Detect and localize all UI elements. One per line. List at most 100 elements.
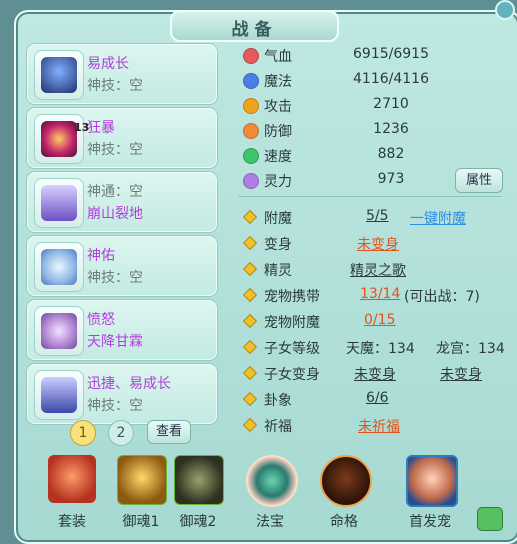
footer-label: 套装	[58, 514, 86, 530]
stat-value: 882	[377, 146, 405, 162]
slot-6-name: 迅捷、易成长	[87, 376, 171, 392]
slot-5-skill: 天降甘霖	[87, 334, 143, 350]
row-label: 祈福	[264, 419, 292, 435]
divider	[238, 196, 502, 197]
slot-4-skill: 神技：空	[87, 270, 143, 286]
belt-icon	[41, 313, 77, 349]
footer-item-soul2[interactable]: 御魂2	[163, 451, 233, 537]
stat-label: 灵力	[264, 174, 292, 190]
one-click-enchant-link[interactable]: 一键附魔	[410, 208, 466, 228]
treasure-icon	[246, 455, 298, 507]
slot-icon-box	[34, 370, 84, 420]
slot-3-skill: 神通：空	[87, 184, 143, 200]
row-sprite: 精灵 精灵之歌	[238, 258, 508, 282]
slot-1-name: 易成长	[87, 56, 129, 72]
row-value-extra: (可出战：7)	[404, 289, 480, 305]
armor-set-icon	[48, 455, 96, 503]
diamond-bullet-icon	[242, 365, 258, 381]
diamond-bullet-icon	[242, 261, 258, 277]
footer-bar: 套装 御魂1 御魂2 法宝 命格 首发宠	[27, 451, 497, 537]
row-child-transform: 子女变身 未变身 未变身	[238, 362, 508, 386]
row-label: 子女变身	[264, 367, 320, 383]
row-label: 精灵	[264, 263, 292, 279]
spirit-icon	[243, 173, 259, 189]
diamond-bullet-icon	[242, 313, 258, 329]
row-label: 附魔	[264, 211, 292, 227]
row-value[interactable]: 未变身	[357, 234, 399, 254]
stat-value: 2710	[373, 96, 409, 112]
slot-5[interactable]: 愤怒 天降甘霖	[27, 300, 217, 360]
stat-value: 973	[377, 171, 405, 187]
armor-icon	[41, 185, 77, 221]
row-transform: 变身 未变身	[238, 232, 508, 256]
row-pet-carry: 宠物携带 13/14 (可出战：7)	[238, 284, 508, 308]
close-button[interactable]	[495, 0, 515, 20]
row-value[interactable]: 未变身	[354, 364, 396, 384]
page-1-button[interactable]: 1	[70, 420, 96, 446]
footer-item-first-pet[interactable]: 首发宠	[395, 451, 465, 537]
row-pet-enchant: 宠物附魔 0/15	[238, 310, 508, 334]
footer-item-treasure[interactable]: 法宝	[235, 451, 305, 537]
row-label: 宠物附魔	[264, 315, 320, 331]
slot-6[interactable]: 迅捷、易成长 神技：空	[27, 364, 217, 424]
row-value: 5/5	[366, 208, 389, 224]
row-enchant: 附魔 5/5 一键附魔	[238, 206, 508, 230]
slot-icon-box	[34, 242, 84, 292]
attack-icon	[243, 98, 259, 114]
slot-2-name: 狂暴	[87, 120, 115, 136]
fate-icon	[320, 455, 372, 507]
row-label: 宠物携带	[264, 289, 320, 305]
stat-mp: 魔法 4116/4116	[238, 69, 498, 93]
necklace-icon	[41, 249, 77, 285]
stat-value: 1236	[373, 121, 409, 137]
edit-icon[interactable]	[477, 507, 503, 531]
stat-defense: 防御 1236	[238, 119, 498, 143]
page-2-button[interactable]: 2	[108, 420, 134, 446]
row-label: 子女等级	[264, 341, 320, 357]
speed-icon	[243, 148, 259, 164]
row-value[interactable]: 0/15	[364, 312, 395, 328]
stat-hp: 气血 6915/6915	[238, 44, 498, 68]
slot-icon-box	[34, 178, 84, 228]
row-value[interactable]: 未祈福	[358, 416, 400, 436]
boots-icon	[41, 377, 77, 413]
lion-soul-icon	[117, 455, 167, 505]
row-value[interactable]: 6/6	[366, 390, 389, 406]
row-value: 天魔：134	[346, 341, 415, 357]
slot-1[interactable]: 易成长 神技：空	[27, 44, 217, 104]
row-value-extra[interactable]: 未变身	[440, 364, 482, 384]
attributes-button[interactable]: 属性	[455, 168, 503, 193]
stat-label: 速度	[264, 149, 292, 165]
footer-item-fate[interactable]: 命格	[309, 451, 379, 537]
stat-attack: 攻击 2710	[238, 94, 498, 118]
footer-label: 御魂2	[179, 514, 217, 530]
row-child-level: 子女等级 天魔：134 龙宫：134	[238, 336, 508, 360]
diamond-bullet-icon	[242, 391, 258, 407]
slot-6-skill: 神技：空	[87, 398, 143, 414]
mana-icon	[243, 73, 259, 89]
stat-value: 6915/6915	[353, 46, 429, 62]
slot-3[interactable]: 神通：空 崩山裂地	[27, 172, 217, 232]
row-value[interactable]: 13/14	[360, 286, 400, 302]
stat-label: 防御	[264, 124, 292, 140]
row-value[interactable]: 精灵之歌	[350, 260, 406, 280]
stat-label: 魔法	[264, 74, 292, 90]
slot-3-name: 崩山裂地	[87, 206, 143, 222]
slot-2-skill: 神技：空	[87, 142, 143, 158]
defense-icon	[243, 123, 259, 139]
view-button[interactable]: 查看	[147, 420, 191, 444]
diamond-bullet-icon	[242, 235, 258, 251]
row-label: 变身	[264, 237, 292, 253]
footer-label: 法宝	[256, 514, 284, 530]
slot-4[interactable]: 神佑 神技：空	[27, 236, 217, 296]
beast-soul-icon	[174, 455, 224, 505]
dragon-claw-icon	[41, 57, 77, 93]
slot-5-name: 愤怒	[87, 312, 115, 328]
footer-label: 命格	[330, 514, 358, 530]
slot-2[interactable]: 13 狂暴 神技：空	[27, 108, 217, 168]
slot-icon-box	[34, 50, 84, 100]
footer-item-set[interactable]: 套装	[37, 451, 107, 537]
footer-label: 首发宠	[409, 514, 451, 530]
diamond-bullet-icon	[242, 287, 258, 303]
slot-icon-box	[34, 306, 84, 356]
